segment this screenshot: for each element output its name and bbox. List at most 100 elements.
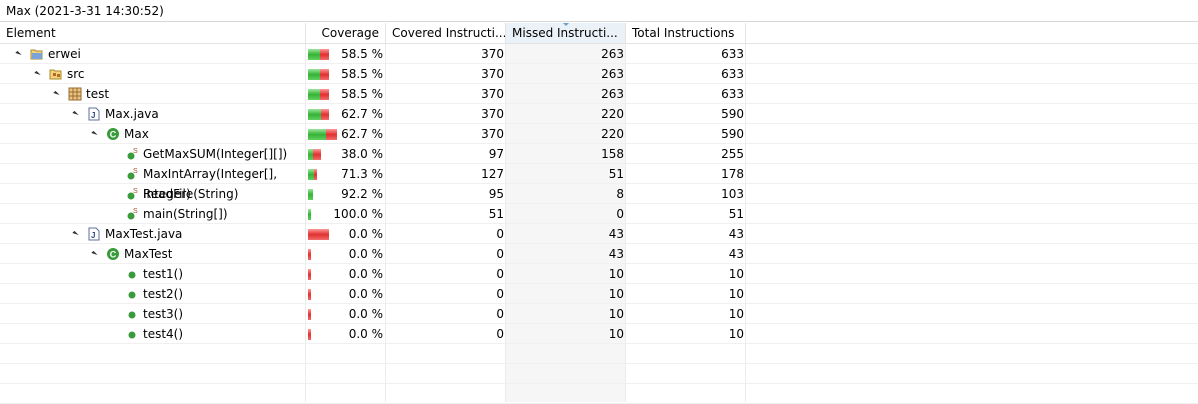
covered-instructions-cell: 370 xyxy=(481,47,504,61)
total-instructions-cell: 51 xyxy=(728,207,744,221)
coverage-bar-missed xyxy=(313,149,321,160)
expand-toggle-icon[interactable] xyxy=(53,90,60,98)
column-header-total-instructions[interactable]: Total Instructions xyxy=(626,23,746,43)
table-row[interactable]: Smain(String[]) 100.0 % 51 0 51 xyxy=(0,204,1198,224)
missed-instructions-cell: 10 xyxy=(608,267,624,281)
expand-toggle-icon[interactable] xyxy=(34,70,41,78)
coverage-bar xyxy=(308,289,311,300)
expand-toggle-icon[interactable] xyxy=(72,230,79,238)
table-row[interactable]: C MaxTest 0.0 % 0 43 43 xyxy=(0,244,1198,264)
column-header-element[interactable]: Element xyxy=(0,23,306,43)
column-header-coverage[interactable]: Coverage xyxy=(306,23,386,43)
expand-toggle-icon[interactable] xyxy=(72,110,79,118)
table-row[interactable]: S MaxIntArray(Integer[], Integer) 71.3 % 12… xyxy=(0,164,1198,201)
expand-toggle-icon[interactable] xyxy=(91,130,98,138)
missed-instructions-cell: 263 xyxy=(601,67,624,81)
coverage-percent: 0.0 % xyxy=(348,267,383,281)
coverage-bar xyxy=(308,69,329,80)
total-instructions-cell: 10 xyxy=(728,287,744,301)
table-row[interactable]: test2() 0.0 % 0 10 10 xyxy=(0,284,1198,304)
coverage-bar-covered xyxy=(308,209,311,220)
table-row[interactable]: test 58.5 % 370 263 633 xyxy=(0,84,1198,104)
table-row[interactable]: src 58.5 % 370 263 633 xyxy=(0,64,1198,84)
coverage-bar-covered xyxy=(308,129,326,140)
element-label: ReadFile(String) xyxy=(143,187,239,201)
column-header-missed-instructions[interactable]: Missed Instructi... xyxy=(506,23,626,43)
covered-instructions-cell: 0 xyxy=(496,227,504,241)
missed-instructions-cell: 10 xyxy=(608,327,624,341)
covered-instructions-cell: 0 xyxy=(496,307,504,321)
covered-instructions-cell: 95 xyxy=(488,187,504,201)
coverage-bar xyxy=(308,189,313,200)
element-label: test3() xyxy=(143,307,184,321)
java-file-icon: J xyxy=(87,107,101,121)
missed-instructions-cell: 43 xyxy=(608,247,624,261)
coverage-percent: 0.0 % xyxy=(348,247,383,261)
coverage-percent: 58.5 % xyxy=(341,87,383,101)
missed-instructions-cell: 10 xyxy=(608,287,624,301)
project-folder-icon xyxy=(30,47,44,61)
missed-instructions-cell: 51 xyxy=(608,167,624,181)
table-row[interactable]: test3() 0.0 % 0 10 10 xyxy=(0,304,1198,324)
coverage-bar xyxy=(308,149,321,160)
table-row[interactable]: C Max 62.7 % 370 220 590 xyxy=(0,124,1198,144)
table-row[interactable]: test4() 0.0 % 0 10 10 xyxy=(0,324,1198,344)
table-row[interactable]: J Max.java 62.7 % 370 220 590 xyxy=(0,104,1198,124)
empty-row xyxy=(0,344,1198,364)
empty-row xyxy=(0,384,1198,404)
total-instructions-cell: 43 xyxy=(728,247,744,261)
missed-instructions-cell: 263 xyxy=(601,87,624,101)
element-label: MaxTest xyxy=(124,247,173,261)
coverage-percent: 0.0 % xyxy=(348,227,383,241)
coverage-percent: 0.0 % xyxy=(348,307,383,321)
total-instructions-cell: 633 xyxy=(721,67,744,81)
empty-row xyxy=(0,364,1198,384)
missed-instructions-cell: 220 xyxy=(601,127,624,141)
coverage-bar xyxy=(308,169,317,180)
coverage-percent: 92.2 % xyxy=(341,187,383,201)
static-method-icon: S xyxy=(125,207,139,221)
class-icon: C xyxy=(106,127,120,141)
missed-instructions-cell: 158 xyxy=(601,147,624,161)
coverage-bar-covered xyxy=(308,69,320,80)
coverage-bar xyxy=(308,49,329,60)
expand-toggle-icon[interactable] xyxy=(91,250,98,258)
svg-text:S: S xyxy=(133,208,138,215)
element-label: MaxTest.java xyxy=(105,227,183,241)
table-row[interactable]: S ReadFile(String) 92.2 % 95 8 103 xyxy=(0,184,1198,204)
table-row[interactable]: J MaxTest.java 0.0 % 0 43 43 xyxy=(0,224,1198,244)
coverage-percent: 0.0 % xyxy=(348,287,383,301)
element-label: test2() xyxy=(143,287,184,301)
svg-text:S: S xyxy=(133,168,138,175)
source-folder-icon xyxy=(49,67,63,81)
method-icon xyxy=(125,267,139,281)
package-icon xyxy=(68,87,82,101)
coverage-bar xyxy=(308,269,311,280)
svg-text:S: S xyxy=(133,148,138,155)
coverage-bar-missed xyxy=(308,249,311,260)
table-row[interactable]: S GetMaxSUM(Integer[][]) 38.0 % 97 158 255 xyxy=(0,144,1198,164)
coverage-bar xyxy=(308,329,311,340)
coverage-percent: 100.0 % xyxy=(333,207,383,221)
coverage-bar-missed xyxy=(314,169,317,180)
column-header-covered-instructions[interactable]: Covered Instructi... xyxy=(386,23,506,43)
coverage-bar xyxy=(308,229,329,240)
static-method-icon: S xyxy=(125,167,139,181)
missed-instructions-cell: 43 xyxy=(608,227,624,241)
coverage-bar-missed xyxy=(320,49,329,60)
coverage-bar-missed xyxy=(308,309,311,320)
element-label: Max xyxy=(124,127,149,141)
total-instructions-cell: 590 xyxy=(721,127,744,141)
coverage-percent: 62.7 % xyxy=(341,127,383,141)
svg-text:J: J xyxy=(91,231,95,240)
element-label: src xyxy=(67,67,85,81)
expand-toggle-icon[interactable] xyxy=(15,50,22,58)
coverage-bar xyxy=(308,89,329,100)
coverage-bar-covered xyxy=(308,49,320,60)
missed-instructions-cell: 8 xyxy=(616,187,624,201)
svg-text:C: C xyxy=(110,130,117,140)
table-row[interactable]: erwei 58.5 % 370 263 633 xyxy=(0,44,1198,64)
table-row[interactable]: test1() 0.0 % 0 10 10 xyxy=(0,264,1198,284)
element-label: Max.java xyxy=(105,107,159,121)
column-header-missed-label: Missed Instructi... xyxy=(512,26,618,40)
